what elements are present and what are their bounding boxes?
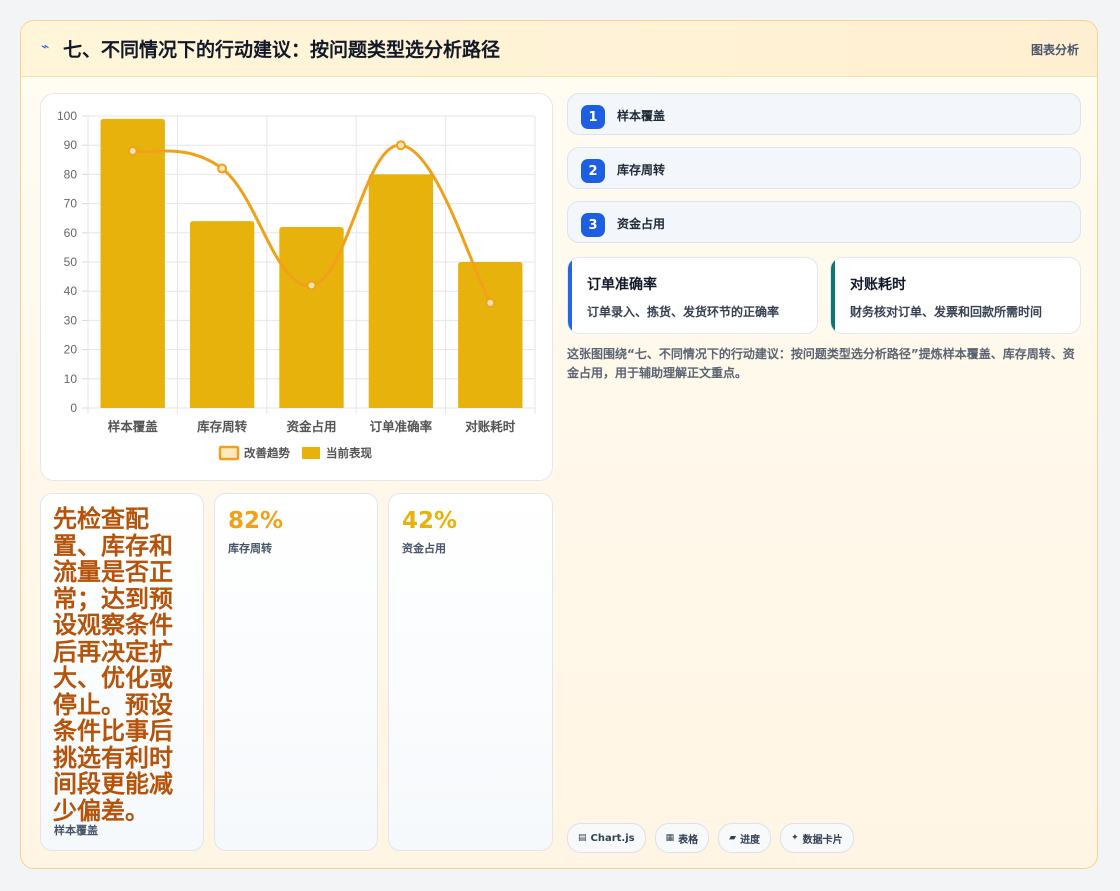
- stat-value: 42%: [402, 508, 458, 534]
- y-tick-label: 10: [64, 372, 78, 386]
- advice-text: 先检查配置、库存和流量是否正常；达到预设观察条件后再决定扩大、优化或停止。预设条…: [53, 505, 173, 825]
- trend-point: [485, 297, 496, 308]
- step-number: 2: [581, 159, 605, 183]
- step-label: 样本覆盖: [617, 109, 666, 123]
- y-tick-label: 20: [64, 343, 78, 357]
- header: ⌁ 七、不同情况下的行动建议：按问题类型选分析路径 图表分析: [21, 21, 1097, 77]
- bar: [458, 262, 523, 408]
- y-tick-label: 90: [64, 138, 78, 152]
- combo-chart: 0 10 20 30 40 50 60 70 80 90 100 样本覆盖 库存周转 资金占用 订单准确率 对…: [57, 109, 536, 461]
- y-tick-label: 0: [70, 401, 77, 415]
- chart-description: 这张图围绕“七、不同情况下的行动建议：按问题类型选分析路径”提炼样本覆盖、库存周…: [567, 347, 1075, 380]
- chip-table[interactable]: ▦ 表格: [654, 823, 710, 853]
- stat-label: 资金占用: [402, 542, 446, 555]
- step-label: 资金占用: [617, 217, 666, 231]
- chart-panel: 0 10 20 30 40 50 60 70 80 90 100 样本覆盖 库存周转 资金占用 订单准确率 对…: [40, 93, 553, 481]
- info-cards: 订单准确率 订单录入、拣货、发货环节的正确率 对账耗时 财务核对订单、发票和回款…: [567, 257, 1081, 334]
- bar: [279, 226, 344, 408]
- tech-chips: ▤ Chart.js ▦ 表格 ▰ 进度 ✦ 数据卡片: [567, 823, 854, 853]
- info-card-title: 对账耗时: [850, 277, 906, 293]
- page-title: 七、不同情况下的行动建议：按问题类型选分析路径: [63, 39, 501, 61]
- y-tick-label: 70: [64, 197, 78, 211]
- table-icon: ▦: [665, 833, 675, 843]
- legend-label: 改善趋势: [244, 446, 290, 460]
- stat-value: 82%: [228, 508, 284, 534]
- accent-bar: [831, 258, 835, 333]
- bar: [189, 221, 255, 408]
- main-card: ⌁ 七、不同情况下的行动建议：按问题类型选分析路径 图表分析 0 10 20 30 40…: [20, 20, 1098, 869]
- chart-icon: ▤: [578, 833, 587, 843]
- chip-label: 进度: [740, 834, 761, 846]
- trend-point: [395, 140, 406, 151]
- chip-data-card[interactable]: ✦ 数据卡片: [780, 823, 854, 853]
- progress-icon: ▰: [729, 833, 737, 843]
- y-tick-label: 40: [64, 284, 78, 298]
- sparkle-icon: ✦: [791, 833, 799, 843]
- trend-point: [306, 280, 317, 291]
- bar: [368, 174, 434, 408]
- stat-card-inventory: 82% 库存周转: [214, 493, 378, 851]
- y-tick-label: 50: [64, 255, 78, 269]
- legend-swatch-bar: [302, 447, 320, 459]
- trend-point: [127, 146, 138, 157]
- lightning-icon: ⌁: [41, 39, 50, 55]
- info-card-title: 订单准确率: [587, 277, 657, 293]
- stat-label: 样本覆盖: [54, 824, 98, 837]
- chart-analysis-tag: 图表分析: [1030, 43, 1079, 57]
- step-item: 1 样本覆盖: [567, 93, 1081, 135]
- trend-point: [217, 163, 228, 174]
- step-label: 库存周转: [617, 163, 666, 177]
- step-number: 1: [581, 105, 605, 129]
- info-card-reconcile-time: 对账耗时 财务核对订单、发票和回款所需时间: [830, 257, 1081, 334]
- x-tick-label: 库存周转: [197, 419, 248, 434]
- legend-label: 当前表现: [326, 446, 372, 460]
- bar: [100, 118, 165, 409]
- x-tick-label: 资金占用: [286, 419, 336, 434]
- chip-progress[interactable]: ▰ 进度: [718, 823, 772, 853]
- stat-label: 库存周转: [228, 542, 272, 555]
- y-tick-label: 60: [64, 226, 78, 240]
- step-number: 3: [581, 213, 605, 237]
- chip-label: Chart.js: [590, 832, 635, 844]
- legend-swatch-line: [218, 445, 240, 461]
- y-tick-label: 100: [57, 109, 77, 123]
- info-card-order-accuracy: 订单准确率 订单录入、拣货、发货环节的正确率: [567, 257, 818, 334]
- x-tick-label: 订单准确率: [370, 419, 433, 434]
- x-tick-label: 对账耗时: [465, 419, 516, 434]
- step-item: 3 资金占用: [567, 201, 1081, 243]
- accent-bar: [568, 258, 572, 333]
- info-card-desc: 财务核对订单、发票和回款所需时间: [850, 305, 1043, 319]
- step-list: 1 样本覆盖 2 库存周转 3 资金占用: [567, 93, 1081, 255]
- info-card-desc: 订单录入、拣货、发货环节的正确率: [587, 305, 780, 319]
- chip-label: 数据卡片: [802, 834, 843, 846]
- step-item: 2 库存周转: [567, 147, 1081, 189]
- y-tick-label: 80: [64, 167, 78, 181]
- chip-label: 表格: [678, 834, 699, 846]
- stat-card-capital: 42% 资金占用: [388, 493, 553, 851]
- chip-chartjs[interactable]: ▤ Chart.js: [567, 823, 646, 853]
- y-tick-label: 30: [64, 313, 78, 327]
- x-tick-label: 样本覆盖: [108, 419, 159, 434]
- stat-card-text: 先检查配置、库存和流量是否正常；达到预设观察条件后再决定扩大、优化或停止。预设条…: [40, 493, 204, 851]
